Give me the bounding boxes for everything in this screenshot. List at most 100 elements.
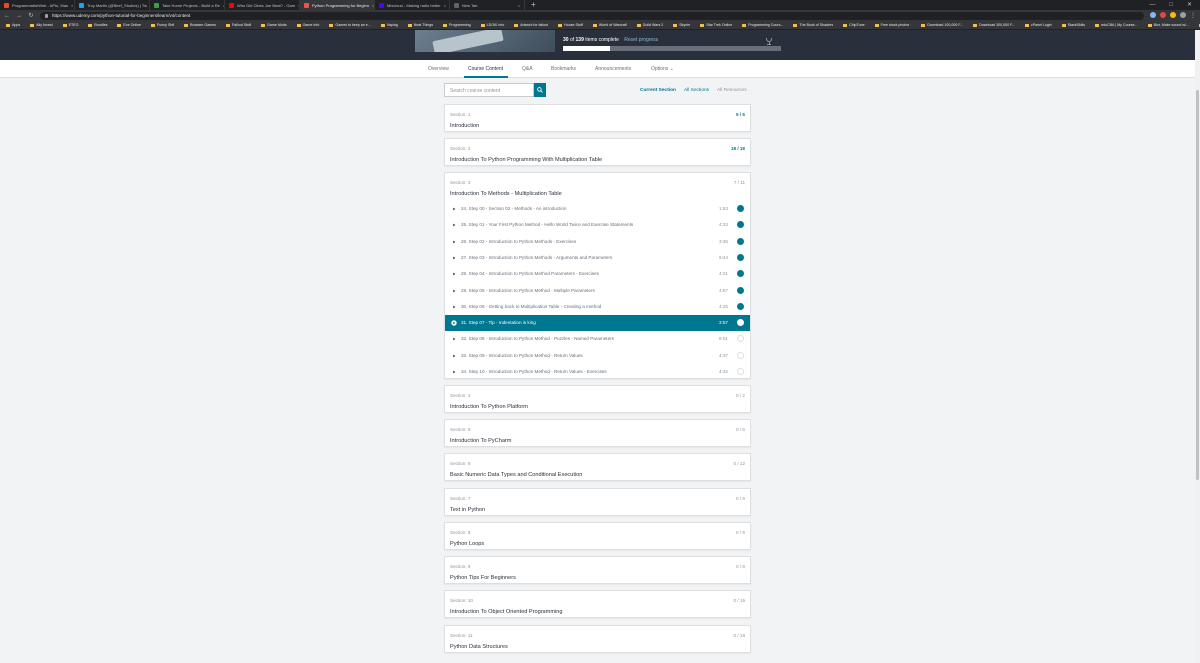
course-section[interactable]: Section: 5 0 / 6 Introduction To PyCharm (444, 419, 751, 447)
play-icon[interactable] (451, 239, 457, 245)
bookmark-item[interactable]: Neat Things (407, 23, 433, 27)
browser-tab[interactable]: Troy Martin (@Beef_Studios) | Tw× (75, 0, 150, 10)
play-icon[interactable] (451, 320, 457, 326)
tab-overview[interactable]: Overview (428, 66, 449, 72)
bookmark-item[interactable]: cPanel Login (1024, 23, 1052, 27)
bookmark-item[interactable]: Funny Shit (150, 23, 174, 27)
browser-tab[interactable]: ProgrammableWeb - APIs, Mas × (0, 0, 75, 10)
play-icon[interactable] (451, 304, 457, 310)
bookmark-item[interactable]: ChipTune (843, 23, 865, 27)
tab-close-icon[interactable]: × (518, 3, 520, 8)
bookmark-item[interactable]: StackSkills (1061, 23, 1085, 27)
course-section[interactable]: Section: 2 18 / 18 Introduction To Python … (444, 138, 751, 166)
bookmark-item[interactable]: Artwork for fallout (514, 23, 548, 27)
tab-announcements[interactable]: Announcements (595, 66, 631, 72)
lecture-item[interactable]: 32. Step 08 - Introduction to Python Met… (445, 331, 750, 347)
course-section[interactable]: Section: 9 0 / 8 Python Tips For Beginners (444, 556, 751, 584)
trophy-icon[interactable] (765, 38, 773, 46)
lecture-item[interactable]: 33. Step 09 - Introduction to Python Met… (445, 348, 750, 364)
course-section[interactable]: Section: 6 0 / 12 Basic Numeric Data Types… (444, 453, 751, 481)
filter-current-section[interactable]: Current Section (640, 88, 676, 93)
lecture-item[interactable]: 28. Step 04 - Introduction to Python Met… (445, 266, 750, 282)
course-section[interactable]: Section: 10 0 / 15 Introduction To Object … (444, 590, 751, 618)
lecture-item[interactable]: 34. Step 10 - Introduction to Python Met… (445, 364, 750, 380)
extension-icon[interactable] (1170, 12, 1176, 18)
completion-checkbox[interactable] (737, 368, 744, 375)
scrollbar-thumb[interactable] (1196, 90, 1199, 480)
bookmark-item[interactable]: Guild Wars 2 (636, 23, 663, 27)
address-bar[interactable]: https://www.udemy.com/python-tutorial-fo… (40, 11, 1144, 20)
bookmark-item[interactable]: Ally Invest (30, 23, 53, 27)
bookmark-item[interactable]: Star Trek Online (700, 23, 732, 27)
filter-all-sections[interactable]: All Sections (684, 88, 709, 93)
browser-tab[interactable]: Who Did Cibes Joe Beat? - Gam× (225, 0, 300, 10)
bookmark-item[interactable]: Programming Cours... (742, 23, 783, 27)
bookmark-item[interactable]: Programming (443, 23, 471, 27)
new-tab-icon[interactable]: + (525, 0, 542, 10)
minimize-icon[interactable]: — (1149, 0, 1155, 10)
bookmark-item[interactable]: Download 300,000 F... (973, 23, 1015, 27)
bookmark-item[interactable]: Vaping (380, 23, 398, 27)
back-icon[interactable]: ← (4, 13, 10, 19)
browser-tab[interactable]: Python Programming for Beginn × (300, 0, 375, 10)
bookmark-item[interactable]: Games to keep an e... (329, 23, 371, 27)
play-icon[interactable] (451, 206, 457, 212)
completion-checkbox[interactable] (737, 253, 744, 266)
bookmark-item[interactable]: ETEO (62, 23, 78, 27)
bookmark-item[interactable]: LDOKI info (480, 23, 504, 27)
completion-checkbox[interactable] (737, 351, 744, 359)
play-icon[interactable] (451, 353, 457, 359)
bookmark-item[interactable]: Skyrim (673, 23, 690, 27)
tab-close-icon[interactable]: × (71, 3, 73, 8)
reset-progress-link[interactable]: Reset progress (624, 37, 658, 43)
browser-tab[interactable]: Take Home Projects - Build a Re × (150, 0, 225, 10)
bookmark-item[interactable]: The Book of Shaders (793, 23, 833, 27)
play-icon[interactable] (451, 336, 457, 342)
browser-tab[interactable]: New Tab × (450, 0, 525, 10)
maximize-icon[interactable]: □ (1169, 0, 1173, 10)
bookmark-item[interactable]: Game Info (296, 23, 319, 27)
completion-checkbox[interactable] (737, 319, 744, 327)
completion-checkbox[interactable] (737, 221, 744, 233)
extension-icon[interactable] (1150, 12, 1156, 18)
filter-all-resources[interactable]: All Resources (717, 88, 747, 93)
tab-close-icon[interactable]: × (444, 3, 446, 8)
course-section[interactable]: Section: 1 5 / 5 Introduction (444, 104, 751, 132)
lecture-item[interactable]: 24. Step 00 - Section 02 - Methods - An … (445, 201, 750, 217)
lecture-item[interactable]: 27. Step 03 - Introduction to Python Met… (445, 250, 750, 266)
course-section[interactable]: Section: 3 7 / 11 Introduction To Methods … (444, 172, 751, 379)
tab-close-icon[interactable]: × (372, 3, 374, 8)
completion-checkbox[interactable] (737, 302, 744, 315)
play-icon[interactable] (451, 222, 457, 228)
bookmark-item[interactable]: Eve Online (117, 23, 141, 27)
play-icon[interactable] (451, 288, 457, 294)
bookmark-item[interactable]: Blur, Make sound wi... (1147, 23, 1189, 27)
bookmark-item[interactable]: Browser Games (184, 23, 216, 27)
lecture-item[interactable]: 26. Step 02 - Introduction to Python Met… (445, 234, 750, 250)
search-input[interactable]: Search course content (444, 83, 534, 97)
extension-icon[interactable] (1160, 12, 1166, 18)
bookmark-item[interactable]: Bundles (88, 23, 107, 27)
reload-icon[interactable]: ↻ (28, 12, 34, 19)
close-window-icon[interactable]: ✕ (1187, 0, 1192, 10)
lecture-item[interactable]: 31. Step 07 - Tip - Indentation is king 3… (445, 315, 750, 332)
completion-checkbox[interactable] (737, 237, 744, 250)
bookmark-item[interactable]: Free stock photos · (874, 23, 911, 27)
tab-options[interactable]: Options ⌄ (651, 66, 674, 72)
play-icon[interactable] (451, 255, 457, 261)
lecture-item[interactable]: 25. Step 01 - Your First Python Method -… (445, 217, 750, 233)
course-section[interactable]: Section: 4 0 / 2 Introduction To Python Pl… (444, 385, 751, 413)
profile-avatar[interactable] (1180, 12, 1186, 18)
bookmark-item[interactable]: Download 100,000 F... (921, 23, 963, 27)
search-button[interactable] (534, 83, 546, 97)
bookmark-item[interactable]: eduCBA | My Course... (1095, 23, 1138, 27)
lecture-item[interactable]: 29. Step 05 - Introduction to Python Met… (445, 283, 750, 299)
lecture-item[interactable]: 30. Step 06 - Getting back to Multiplica… (445, 299, 750, 315)
browser-tab[interactable]: Mixcloud - Making radio better × (375, 0, 450, 10)
tab-qa[interactable]: Q&A (522, 66, 533, 72)
course-section[interactable]: Section: 11 0 / 19 Python Data Structures (444, 625, 751, 653)
bookmark-item[interactable]: Fallout Stuff (225, 23, 251, 27)
completion-checkbox[interactable] (737, 205, 744, 217)
completion-checkbox[interactable] (737, 335, 744, 343)
bookmark-item[interactable]: World of Warcraft (592, 23, 627, 27)
